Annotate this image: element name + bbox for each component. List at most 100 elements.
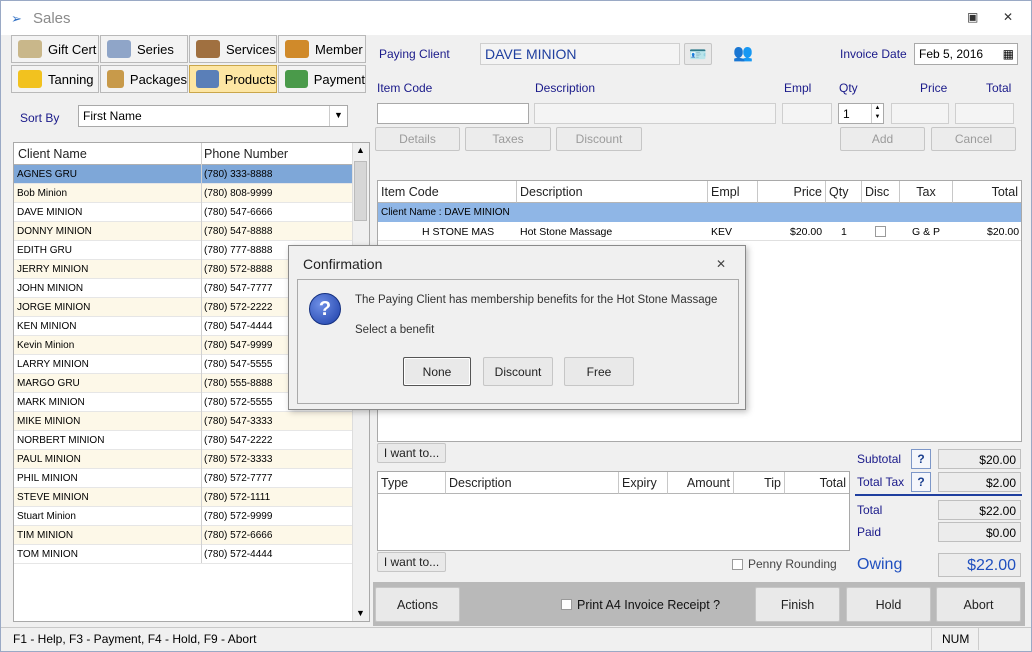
item-row[interactable]: H STONE MAS Hot Stone Massage KEV $20.00…	[378, 222, 1021, 241]
hold-button[interactable]: Hold	[846, 587, 931, 622]
tab-member[interactable]: Member	[278, 35, 366, 63]
abort-button[interactable]: Abort	[936, 587, 1021, 622]
benefit-free-button[interactable]: Free	[564, 357, 634, 386]
col-expiry[interactable]: Expiry	[619, 472, 668, 494]
client-row[interactable]: DAVE MINION (780) 547-6666	[14, 203, 352, 222]
col-item-code[interactable]: Item Code	[378, 181, 517, 203]
client-row[interactable]: PHIL MINION (780) 572-7777	[14, 469, 352, 488]
col-pay-total[interactable]: Total	[785, 472, 849, 494]
gift-cert-icon	[18, 40, 42, 58]
finish-button[interactable]: Finish	[755, 587, 840, 622]
cancel-button[interactable]: Cancel	[931, 127, 1016, 151]
paid-label: Paid	[857, 525, 882, 539]
taxes-button[interactable]: Taxes	[465, 127, 551, 151]
price-input[interactable]	[891, 103, 949, 124]
client-row[interactable]: Bob Minion (780) 808-9999	[14, 184, 352, 203]
description-input[interactable]	[534, 103, 776, 124]
details-button[interactable]: Details	[375, 127, 460, 151]
benefit-none-button[interactable]: None	[403, 357, 471, 386]
invoice-date-field[interactable]: Feb 5, 2016 ▦	[914, 43, 1018, 65]
client-row[interactable]: PAUL MINION (780) 572-3333	[14, 450, 352, 469]
total-tax-help-button[interactable]: ?	[911, 472, 931, 492]
paying-client-field[interactable]: DAVE MINION	[480, 43, 680, 65]
col-price[interactable]: Price	[758, 181, 826, 203]
col-pay-description[interactable]: Description	[446, 472, 619, 494]
col-total[interactable]: Total	[953, 181, 1021, 203]
client-phone-cell: (780) 572-5555	[204, 397, 273, 408]
confirmation-dialog: Confirmation ✕ ? The Paying Client has m…	[288, 245, 746, 410]
tab-products[interactable]: Products	[189, 65, 277, 93]
item-code-cell: H STONE MAS	[422, 226, 495, 238]
col-disc[interactable]: Disc	[862, 181, 900, 203]
client-phone-cell: (780) 572-7777	[204, 473, 273, 484]
client-card-button[interactable]: 🪪	[684, 43, 712, 65]
client-phone-cell: (780) 547-7777	[204, 283, 273, 294]
tab-series[interactable]: Series	[100, 35, 188, 63]
client-phone-cell: (780) 572-8888	[204, 264, 273, 275]
client-phone-cell: (780) 555-8888	[204, 378, 273, 389]
client-row[interactable]: MIKE MINION (780) 547-3333	[14, 412, 352, 431]
qty-stepper[interactable]: 1 ▲ ▼	[838, 103, 884, 124]
tab-tanning[interactable]: Tanning	[11, 65, 99, 93]
chevron-down-icon[interactable]: ▼	[329, 106, 347, 126]
total-label-sum: Total	[857, 503, 883, 517]
col-phone-number[interactable]: Phone Number	[204, 147, 288, 161]
penny-rounding-checkbox[interactable]	[732, 559, 743, 570]
restore-icon[interactable]: ▣	[967, 10, 978, 24]
col-amount[interactable]: Amount	[668, 472, 734, 494]
status-help-text: F1 - Help, F3 - Payment, F4 - Hold, F9 -…	[13, 632, 257, 646]
item-disc-checkbox[interactable]	[875, 226, 886, 237]
dialog-close-icon[interactable]: ✕	[716, 257, 726, 271]
sort-by-select[interactable]: First Name ▼	[78, 105, 348, 127]
col-tip[interactable]: Tip	[734, 472, 785, 494]
tab-payment[interactable]: Payment	[278, 65, 366, 93]
client-row[interactable]: AGNES GRU (780) 333-8888	[14, 165, 352, 184]
print-a4-checkbox[interactable]	[561, 599, 572, 610]
actions-button[interactable]: Actions	[375, 587, 460, 622]
add-button[interactable]: Add	[840, 127, 925, 151]
services-icon	[196, 40, 220, 58]
scroll-down-icon[interactable]: ▼	[356, 608, 365, 618]
stepper-arrows-icon[interactable]: ▲ ▼	[871, 104, 883, 123]
i-want-to-button-items[interactable]: I want to...	[377, 443, 446, 463]
client-row[interactable]: STEVE MINION (780) 572-1111	[14, 488, 352, 507]
group-row[interactable]: Client Name : DAVE MINION	[378, 203, 1021, 222]
col-tax[interactable]: Tax	[900, 181, 953, 203]
col-type[interactable]: Type	[378, 472, 446, 494]
member-icon[interactable]: 👥	[733, 43, 757, 65]
series-icon	[107, 40, 131, 58]
close-icon[interactable]: ✕	[1003, 10, 1013, 24]
benefit-discount-button[interactable]: Discount	[483, 357, 553, 386]
empl-label: Empl	[784, 81, 812, 95]
col-qty[interactable]: Qty	[826, 181, 862, 203]
client-name-cell: NORBERT MINION	[17, 435, 105, 446]
col-description[interactable]: Description	[517, 181, 708, 203]
tab-packages[interactable]: Packages	[100, 65, 188, 93]
client-row[interactable]: DONNY MINION (780) 547-8888	[14, 222, 352, 241]
client-row[interactable]: Stuart Minion (780) 572-9999	[14, 507, 352, 526]
item-code-input[interactable]	[377, 103, 529, 124]
total-tax-value: $2.00	[938, 472, 1021, 492]
i-want-to-button-payments[interactable]: I want to...	[377, 552, 446, 572]
scroll-up-icon[interactable]: ▲	[356, 145, 365, 155]
empl-input[interactable]	[782, 103, 832, 124]
discount-button[interactable]: Discount	[556, 127, 642, 151]
col-client-name[interactable]: Client Name	[18, 147, 87, 161]
col-empl[interactable]: Empl	[708, 181, 758, 203]
client-row[interactable]: TOM MINION (780) 572-4444	[14, 545, 352, 564]
calendar-icon[interactable]: ▦	[1003, 47, 1014, 61]
description-label: Description	[535, 81, 596, 95]
tab-gift-cert[interactable]: Gift Cert	[11, 35, 99, 63]
client-name-cell: Kevin Minion	[17, 340, 75, 351]
item-code-label: Item Code	[377, 81, 433, 95]
scroll-thumb[interactable]	[354, 161, 367, 221]
client-phone-cell: (780) 547-5555	[204, 359, 273, 370]
client-phone-cell: (780) 547-4444	[204, 321, 273, 332]
tab-services[interactable]: Services	[189, 35, 277, 63]
client-row[interactable]: NORBERT MINION (780) 547-2222	[14, 431, 352, 450]
client-phone-cell: (780) 333-8888	[204, 169, 273, 180]
client-row[interactable]: TIM MINION (780) 572-6666	[14, 526, 352, 545]
client-name-cell: Bob Minion	[17, 188, 68, 199]
print-a4-label: Print A4 Invoice Receipt ?	[577, 598, 721, 612]
subtotal-help-button[interactable]: ?	[911, 449, 931, 469]
